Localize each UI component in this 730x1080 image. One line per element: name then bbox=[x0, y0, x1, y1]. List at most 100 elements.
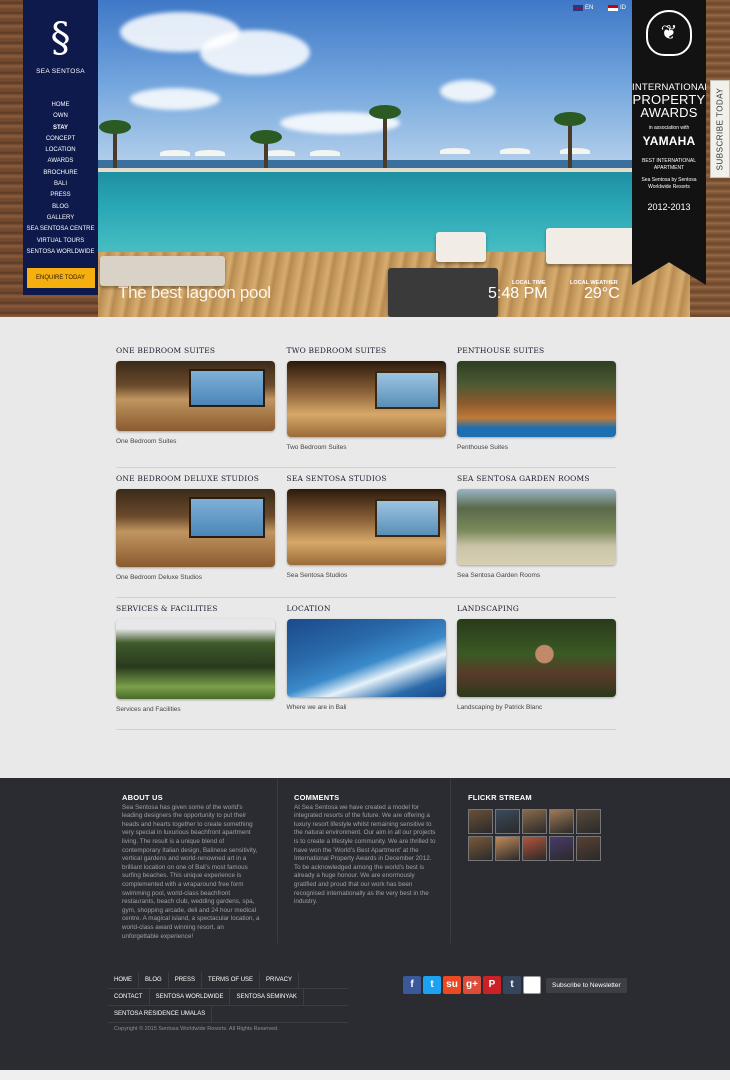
gallery-card-title[interactable]: ONE BEDROOM SUITES bbox=[116, 346, 275, 355]
stumbleupon-icon[interactable]: su bbox=[443, 976, 461, 994]
footer-nav: HOME BLOG PRESS TERMS OF USE PRIVACY CONTACT… bbox=[108, 972, 348, 1023]
gallery-card-caption: Services and Facilities bbox=[116, 706, 181, 713]
gallery-card-title[interactable]: LOCATION bbox=[287, 604, 446, 613]
googleplus-icon[interactable]: g+ bbox=[463, 976, 481, 994]
footer: ABOUT US Sea Sentosa has given some of t… bbox=[0, 778, 730, 1070]
footer-link-terms-of-use[interactable]: TERMS OF USE bbox=[202, 972, 261, 988]
lang-en[interactable]: EN bbox=[573, 5, 593, 11]
nav-item-bali[interactable]: BALI bbox=[23, 179, 98, 190]
gallery-card[interactable]: PENTHOUSE SUITES Penthouse Suites bbox=[457, 346, 616, 451]
facebook-icon[interactable]: f bbox=[403, 976, 421, 994]
gallery-card[interactable]: SERVICES & FACILITIES Services and Facili… bbox=[116, 604, 275, 713]
footer-nav-row: CONTACT SENTOSA WORLDWIDE SENTOSA SEMINYAK bbox=[108, 989, 348, 1006]
gallery-card-image[interactable] bbox=[286, 619, 446, 697]
gallery-card[interactable]: ONE BEDROOM DELUXE STUDIOS One Bedroom De… bbox=[116, 474, 275, 581]
lang-id-label: ID bbox=[620, 5, 626, 11]
gallery-card[interactable]: LOCATION Where we are in Bali bbox=[286, 604, 446, 713]
nav-item-virtual-tours[interactable]: VIRTUAL TOURS bbox=[23, 236, 98, 247]
gallery-card-title[interactable]: SEA SENTOSA STUDIOS bbox=[287, 474, 446, 483]
footer-link-blog[interactable]: BLOG bbox=[139, 972, 169, 988]
gallery-card[interactable]: SEA SENTOSA STUDIOS Sea Sentosa Studios bbox=[286, 474, 446, 581]
gallery-card-title[interactable]: LANDSCAPING bbox=[457, 604, 616, 613]
footer-link-sentosa-worldwide[interactable]: SENTOSA WORLDWIDE bbox=[150, 989, 231, 1005]
gallery: ONE BEDROOM SUITES One Bedroom Suites TWO … bbox=[116, 346, 616, 736]
gallery-card-image[interactable] bbox=[457, 361, 616, 437]
award-ribbon[interactable]: INTERNATIONAL PROPERTY AWARDS in associa… bbox=[632, 0, 706, 285]
footer-link-sentosa-residence-umalas[interactable]: SENTOSA RESIDENCE UMALAS bbox=[108, 1006, 213, 1022]
nav-item-awards[interactable]: AWARDS bbox=[23, 156, 98, 167]
flickr-thumb[interactable] bbox=[468, 835, 493, 861]
pinterest-icon[interactable]: P bbox=[483, 976, 501, 994]
nav-item-brochure[interactable]: BROCHURE bbox=[23, 168, 98, 179]
footer-link-press[interactable]: PRESS bbox=[169, 972, 203, 988]
hero-lounger bbox=[388, 268, 498, 317]
hero-umbrella bbox=[265, 150, 295, 156]
flickr-thumb[interactable] bbox=[495, 808, 520, 834]
nav-item-location[interactable]: LOCATION bbox=[23, 145, 98, 156]
flickr-thumb[interactable] bbox=[576, 835, 601, 861]
gallery-card-title[interactable]: TWO BEDROOM SUITES bbox=[287, 346, 446, 355]
gallery-divider bbox=[116, 597, 616, 598]
nav-item-home[interactable]: HOME bbox=[23, 100, 98, 111]
hero-palm bbox=[99, 120, 131, 170]
delicious-icon[interactable] bbox=[523, 976, 541, 994]
lang-id[interactable]: ID bbox=[608, 5, 626, 11]
nav-list: HOME OWN STAY CONCEPT LOCATION AWARDS BROCHURE… bbox=[23, 100, 98, 258]
nav-item-gallery[interactable]: GALLERY bbox=[23, 213, 98, 224]
hero-palm bbox=[250, 130, 282, 170]
gallery-card[interactable]: ONE BEDROOM SUITES One Bedroom Suites bbox=[116, 346, 275, 451]
flickr-thumb[interactable] bbox=[495, 835, 520, 861]
nav-item-own[interactable]: OWN bbox=[23, 111, 98, 122]
footer-link-home[interactable]: HOME bbox=[108, 972, 139, 988]
nav-item-blog[interactable]: BLOG bbox=[23, 202, 98, 213]
nav-item-sentosa-worldwide[interactable]: SENTOSA WORLDWIDE bbox=[23, 247, 98, 258]
flickr-thumb[interactable] bbox=[576, 808, 601, 834]
gallery-card-image[interactable] bbox=[286, 489, 446, 565]
gallery-card[interactable]: LANDSCAPING Landscaping by Patrick Blanc bbox=[457, 604, 616, 713]
uk-flag-icon bbox=[573, 5, 583, 11]
flickr-thumb[interactable] bbox=[549, 808, 574, 834]
gallery-card-title[interactable]: PENTHOUSE SUITES bbox=[457, 346, 616, 355]
footer-link-contact[interactable]: CONTACT bbox=[108, 989, 150, 1005]
nav-item-sea-sentosa-centre[interactable]: SEA SENTOSA CENTRE bbox=[23, 224, 98, 235]
gallery-card-image[interactable] bbox=[286, 361, 446, 437]
nav-item-press[interactable]: PRESS bbox=[23, 190, 98, 201]
gallery-divider bbox=[116, 467, 616, 468]
twitter-icon[interactable]: t bbox=[423, 976, 441, 994]
gallery-card-image[interactable] bbox=[116, 489, 275, 567]
gallery-card-caption: Penthouse Suites bbox=[457, 444, 508, 451]
flickr-thumb[interactable] bbox=[522, 808, 547, 834]
flickr-thumb[interactable] bbox=[549, 835, 574, 861]
footer-link-privacy[interactable]: PRIVACY bbox=[260, 972, 299, 988]
gallery-card[interactable]: SEA SENTOSA GARDEN ROOMS Sea Sentosa Gard… bbox=[457, 474, 616, 581]
gallery-card-title[interactable]: ONE BEDROOM DELUXE STUDIOS bbox=[116, 474, 275, 483]
enquire-button[interactable]: ENQUIRE TODAY bbox=[26, 268, 95, 289]
gallery-card-image[interactable] bbox=[457, 489, 616, 565]
side-nav: § SEA SENTOSA HOME OWN STAY CONCEPT LOCATION… bbox=[23, 0, 98, 295]
gallery-card-image[interactable] bbox=[116, 619, 275, 699]
flickr-stream: FLICKR STREAM bbox=[468, 793, 608, 861]
gallery-card[interactable]: TWO BEDROOM SUITES Two Bedroom Suites bbox=[286, 346, 446, 451]
hero-umbrella bbox=[500, 148, 530, 154]
gallery-divider bbox=[116, 729, 616, 730]
about-us-text: Sea Sentosa has given some of the world'… bbox=[122, 803, 260, 940]
nav-item-concept[interactable]: CONCEPT bbox=[23, 134, 98, 145]
footer-divider bbox=[450, 778, 451, 943]
gallery-card-title[interactable]: SERVICES & FACILITIES bbox=[116, 604, 275, 613]
flickr-thumb[interactable] bbox=[468, 808, 493, 834]
hero-banner: The best lagoon pool LOCAL TIME 5:48 PM … bbox=[0, 0, 730, 317]
footer-link-sentosa-seminyak[interactable]: SENTOSA SEMINYAK bbox=[230, 989, 304, 1005]
nav-item-stay[interactable]: STAY bbox=[23, 123, 98, 134]
gallery-card-title[interactable]: SEA SENTOSA GARDEN ROOMS bbox=[457, 474, 616, 483]
hero-umbrella bbox=[310, 150, 340, 156]
sea-sentosa-logo-icon[interactable]: § bbox=[49, 16, 73, 60]
subscribe-tab[interactable]: SUBSCRIBE TODAY bbox=[710, 80, 730, 178]
gallery-card-image[interactable] bbox=[457, 619, 616, 697]
local-time: LOCAL TIME 5:48 PM bbox=[488, 280, 548, 302]
subscribe-newsletter-button[interactable]: Subscribe to Newsletter bbox=[546, 977, 627, 993]
local-weather: LOCAL WEATHER 29°C bbox=[570, 280, 620, 302]
gallery-card-caption: One Bedroom Deluxe Studios bbox=[116, 574, 202, 581]
tumblr-icon[interactable]: t bbox=[503, 976, 521, 994]
flickr-thumb[interactable] bbox=[522, 835, 547, 861]
gallery-card-image[interactable] bbox=[116, 361, 275, 431]
